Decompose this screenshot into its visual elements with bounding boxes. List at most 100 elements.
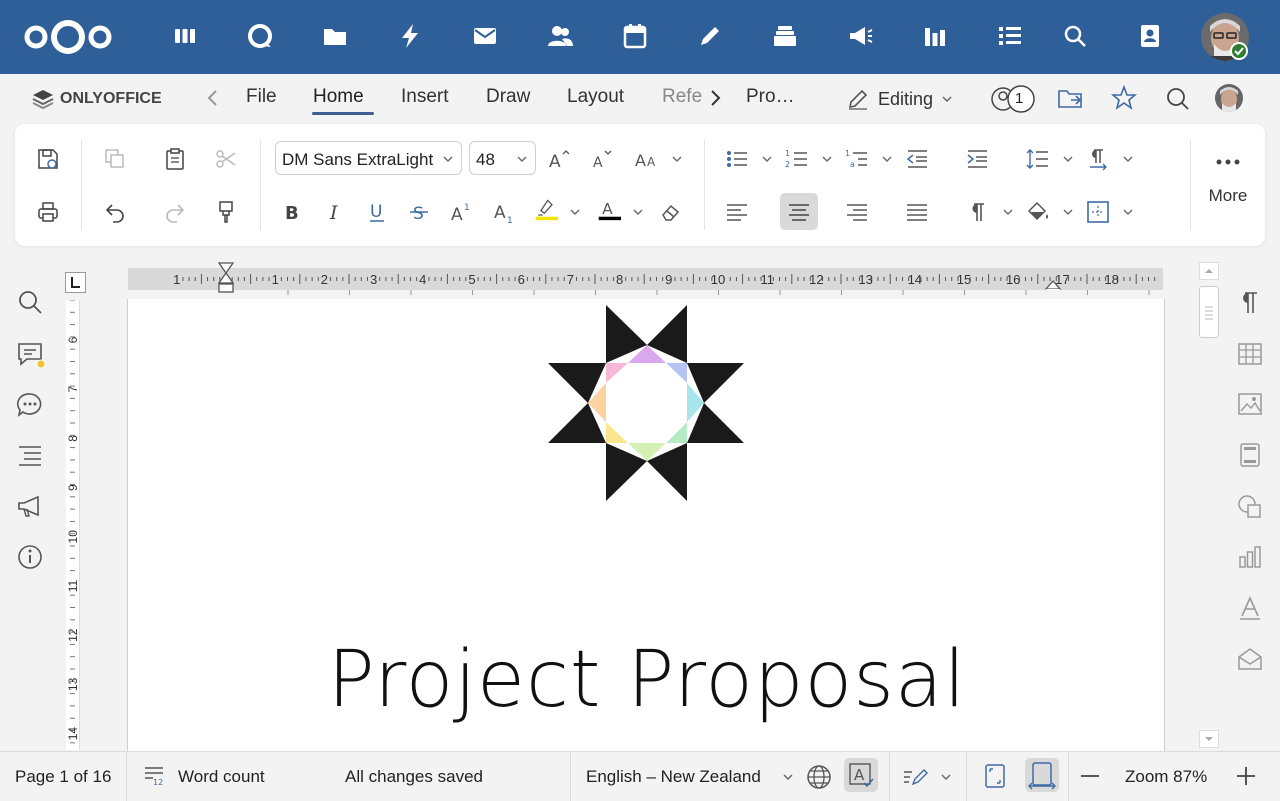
activity-icon[interactable] <box>393 19 427 53</box>
scroll-down-button[interactable] <box>1199 730 1219 748</box>
font-name-select[interactable]: DM Sans ExtraLight <box>275 141 462 175</box>
strikethrough-icon[interactable]: S <box>404 197 434 227</box>
page-info[interactable]: Page 1 of 16 <box>15 767 111 787</box>
more-button[interactable]: More <box>1204 154 1252 214</box>
numbering-icon[interactable]: 12 <box>782 144 812 174</box>
open-location-icon[interactable] <box>1057 85 1083 116</box>
files-icon[interactable] <box>318 19 352 53</box>
chevron-down-icon[interactable] <box>762 154 772 164</box>
zoom-level[interactable]: Zoom 87% <box>1125 767 1207 787</box>
feedback-icon[interactable] <box>16 493 44 521</box>
text-art-settings-icon[interactable] <box>1236 594 1264 622</box>
notes-icon[interactable] <box>693 19 727 53</box>
line-spacing-icon[interactable] <box>1023 144 1053 174</box>
dashboard-icon[interactable] <box>168 19 202 53</box>
decrease-font-icon[interactable]: A <box>587 144 617 174</box>
multilevel-list-icon[interactable]: 1a <box>842 144 872 174</box>
contacts-icon[interactable] <box>543 19 577 53</box>
text-direction-icon[interactable] <box>1083 144 1113 174</box>
tab-draw[interactable]: Draw <box>486 86 530 108</box>
contacts-menu-icon[interactable] <box>1133 19 1167 53</box>
editor-search-icon[interactable] <box>1165 86 1191 117</box>
align-left-icon[interactable] <box>722 197 752 227</box>
increase-indent-icon[interactable] <box>962 144 992 174</box>
find-icon[interactable] <box>16 288 44 316</box>
chat-icon[interactable] <box>16 391 44 419</box>
font-size-select[interactable]: 48 <box>469 141 536 175</box>
fit-page-icon[interactable] <box>982 763 1008 794</box>
word-count-label[interactable]: Word count <box>178 767 265 787</box>
nonprinting-characters-icon[interactable] <box>963 197 993 227</box>
talk-icon[interactable] <box>243 19 277 53</box>
analytics-icon[interactable] <box>918 19 952 53</box>
cut-icon[interactable] <box>211 144 241 174</box>
mail-icon[interactable] <box>468 19 502 53</box>
paragraph-settings-icon[interactable] <box>1236 289 1264 317</box>
chevron-down-icon[interactable] <box>1003 207 1013 217</box>
document-page[interactable]: Project Proposal <box>127 299 1165 751</box>
announcements-icon[interactable] <box>843 19 877 53</box>
fit-width-icon[interactable] <box>1025 758 1059 792</box>
calendar-icon[interactable] <box>618 19 652 53</box>
chevron-down-icon[interactable] <box>1063 207 1073 217</box>
align-center-icon[interactable] <box>780 193 818 230</box>
mode-selector[interactable]: Editing <box>846 85 953 113</box>
chevron-down-icon[interactable] <box>822 154 832 164</box>
about-icon[interactable] <box>16 543 44 571</box>
nextcloud-logo[interactable] <box>22 18 114 56</box>
scrollbar-thumb[interactable] <box>1199 286 1219 338</box>
co-editing-users[interactable]: 1 <box>990 84 1036 114</box>
language-selector[interactable]: English – New Zealand <box>586 767 761 787</box>
justify-icon[interactable] <box>902 197 932 227</box>
superscript-icon[interactable]: A1 <box>446 197 476 227</box>
chevron-down-icon[interactable] <box>570 207 580 217</box>
chevron-down-icon[interactable] <box>633 207 643 217</box>
shading-icon[interactable] <box>1023 197 1053 227</box>
print-icon[interactable] <box>33 197 63 227</box>
vertical-ruler[interactable]: 6 7 8 9 10 11 12 13 14 <box>66 299 80 750</box>
word-count-icon[interactable]: 12 <box>143 764 165 791</box>
italic-icon[interactable]: I <box>320 197 350 227</box>
borders-icon[interactable] <box>1083 197 1113 227</box>
chevron-down-icon[interactable] <box>1063 154 1073 164</box>
chevron-down-icon[interactable] <box>1123 154 1133 164</box>
copy-icon[interactable] <box>100 144 130 174</box>
align-right-icon[interactable] <box>842 197 872 227</box>
tabs-scroll-right-icon[interactable] <box>706 88 724 113</box>
bold-icon[interactable]: B <box>277 197 307 227</box>
table-settings-icon[interactable] <box>1236 340 1264 368</box>
document-title-text[interactable]: Project Proposal <box>128 635 1164 725</box>
deck-icon[interactable] <box>768 19 802 53</box>
save-icon[interactable] <box>33 144 63 174</box>
tasks-icon[interactable] <box>993 19 1027 53</box>
font-color-icon[interactable]: A <box>594 194 624 224</box>
header-footer-settings-icon[interactable] <box>1236 441 1264 469</box>
navigation-icon[interactable] <box>16 441 44 469</box>
tab-insert[interactable]: Insert <box>401 86 449 108</box>
favorite-star-icon[interactable] <box>1110 84 1138 116</box>
chevron-down-icon[interactable] <box>672 154 682 164</box>
redo-icon[interactable] <box>160 197 190 227</box>
tab-home[interactable]: Home <box>313 86 364 108</box>
horizontal-ruler[interactable]: 1 1 2 3 4 5 6 7 8 9 10 11 12 13 14 15 16 17 18 <box>128 262 1163 293</box>
tab-layout[interactable]: Layout <box>567 86 624 108</box>
chevron-down-icon[interactable] <box>783 772 793 782</box>
underline-icon[interactable]: U <box>362 197 392 227</box>
increase-font-icon[interactable]: A <box>544 144 574 174</box>
document-name[interactable]: Pro… <box>746 86 795 108</box>
globe-icon[interactable] <box>806 764 832 795</box>
undo-icon[interactable] <box>100 197 130 227</box>
spellcheck-icon[interactable]: A <box>844 758 878 792</box>
decrease-indent-icon[interactable] <box>902 144 932 174</box>
subscript-icon[interactable]: A1 <box>489 197 519 227</box>
zoom-in-icon[interactable] <box>1236 766 1256 791</box>
shape-settings-icon[interactable] <box>1236 493 1264 521</box>
chart-settings-icon[interactable] <box>1236 543 1264 571</box>
highlight-color-icon[interactable] <box>531 194 561 224</box>
tab-file[interactable]: File <box>246 86 277 108</box>
bullets-icon[interactable] <box>722 144 752 174</box>
mail-merge-settings-icon[interactable] <box>1236 645 1264 673</box>
avatar[interactable] <box>1200 12 1250 62</box>
scroll-up-button[interactable] <box>1199 262 1219 280</box>
zoom-out-icon[interactable] <box>1080 766 1100 791</box>
